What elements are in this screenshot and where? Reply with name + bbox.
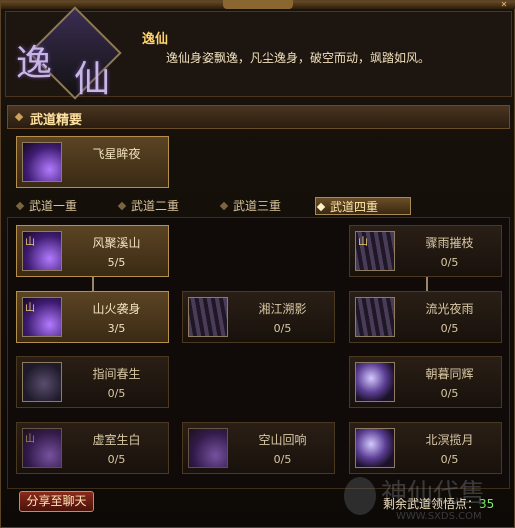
tier-tabs: 武道一重 武道二重 武道三重 武道四重 — [7, 194, 510, 216]
stripes-icon: 山 — [355, 231, 395, 271]
moon-icon — [355, 362, 395, 402]
remaining-points: 剩余武道领悟点：35 — [383, 495, 494, 512]
skill-name: 骤雨摧枝 — [425, 236, 474, 250]
summary-section-bar: 武道精要 — [7, 105, 510, 129]
school-header: 逸 仙 逸仙 逸仙身姿飘逸，凡尘逸身，破空而动，飒踏如风。 — [5, 6, 512, 100]
school-emblem: 逸 仙 — [12, 6, 130, 100]
summary-skill-card[interactable]: 飞星眸夜 — [16, 136, 169, 188]
diamond-bullet-icon — [14, 112, 24, 122]
school-name: 逸仙 — [142, 32, 169, 47]
skill-card[interactable]: 山 风聚溪山 5/5 — [16, 225, 169, 277]
watermark-logo-icon — [344, 477, 376, 515]
tab-arrow-icon — [15, 201, 25, 211]
summary-skill-name: 飞星眸夜 — [92, 147, 141, 161]
remaining-points-value: 35 — [479, 497, 495, 511]
stripes-icon — [355, 297, 395, 337]
skill-level: 5/5 — [107, 256, 126, 269]
skill-level: 0/5 — [440, 453, 459, 466]
title-tab — [223, 0, 293, 9]
skill-level: 3/5 — [107, 322, 126, 335]
skill-level: 0/5 — [440, 322, 459, 335]
skill-card[interactable]: 湘江溯影 0/5 — [182, 291, 335, 343]
watermark-url: WWW.SXDS.COM — [396, 511, 482, 522]
skill-name: 山火袭身 — [92, 302, 141, 316]
skill-level: 0/5 — [107, 453, 126, 466]
skill-name: 指间春生 — [92, 367, 141, 381]
stripes-icon — [188, 297, 228, 337]
emblem-char-2: 仙 — [74, 59, 111, 100]
skill-name: 空山回响 — [258, 433, 307, 447]
skill-card[interactable]: 指间春生 0/5 — [16, 356, 169, 408]
tab-label: 武道四重 — [330, 200, 379, 214]
tab-label: 武道二重 — [131, 199, 180, 213]
purple-slash-icon — [22, 142, 62, 182]
tab-tier-2[interactable]: 武道二重 — [117, 197, 209, 215]
skill-card[interactable]: 山 山火袭身 3/5 — [16, 291, 169, 343]
connector-line — [426, 277, 428, 291]
purple-slash-icon — [188, 428, 228, 468]
skill-name: 北溟揽月 — [425, 433, 474, 447]
purple-slash-icon: 山 — [22, 428, 62, 468]
tab-tier-4[interactable]: 武道四重 — [315, 197, 411, 215]
skill-card[interactable]: 空山回响 0/5 — [182, 422, 335, 474]
skill-level: 0/5 — [273, 322, 292, 335]
skill-level: 0/5 — [273, 453, 292, 466]
skill-card[interactable]: 山 骤雨摧枝 0/5 — [349, 225, 502, 277]
emblem-char-1: 逸 — [16, 43, 53, 84]
skill-level: 0/5 — [440, 387, 459, 400]
purple-slash-icon: 山 — [22, 231, 62, 271]
martial-arts-window: ✕ 逸 仙 逸仙 逸仙身姿飘逸，凡尘逸身，破空而动，飒踏如风。 武道精要 飞星眸… — [0, 0, 515, 528]
title-bar: ✕ — [1, 0, 515, 9]
tab-arrow-icon — [117, 201, 127, 211]
skill-card[interactable]: 北溟揽月 0/5 — [349, 422, 502, 474]
skill-card[interactable]: 朝暮同辉 0/5 — [349, 356, 502, 408]
tab-tier-1[interactable]: 武道一重 — [15, 197, 107, 215]
close-icon[interactable]: ✕ — [498, 1, 510, 9]
moon-icon — [355, 428, 395, 468]
tab-tier-3[interactable]: 武道三重 — [219, 197, 311, 215]
skill-name: 湘江溯影 — [258, 302, 307, 316]
remaining-points-label: 剩余武道领悟点： — [383, 497, 480, 511]
tab-label: 武道一重 — [29, 199, 78, 213]
summary-section-label: 武道精要 — [30, 113, 83, 128]
skill-name: 朝暮同辉 — [425, 367, 474, 381]
tab-arrow-icon — [219, 201, 229, 211]
skill-level: 0/5 — [107, 387, 126, 400]
tab-arrow-icon — [316, 202, 326, 212]
connector-line — [92, 277, 94, 291]
skill-name: 虚室生白 — [92, 433, 141, 447]
shadow-icon — [22, 362, 62, 402]
tab-label: 武道三重 — [233, 199, 282, 213]
share-to-chat-button[interactable]: 分享至聊天 — [19, 491, 94, 512]
skill-card[interactable]: 流光夜雨 0/5 — [349, 291, 502, 343]
skill-name: 流光夜雨 — [425, 302, 474, 316]
skill-name: 风聚溪山 — [92, 236, 141, 250]
skill-card[interactable]: 山 虚室生白 0/5 — [16, 422, 169, 474]
skill-level: 0/5 — [440, 256, 459, 269]
purple-slash-icon: 山 — [22, 297, 62, 337]
school-description: 逸仙身姿飘逸，凡尘逸身，破空而动，飒踏如风。 — [166, 51, 431, 65]
